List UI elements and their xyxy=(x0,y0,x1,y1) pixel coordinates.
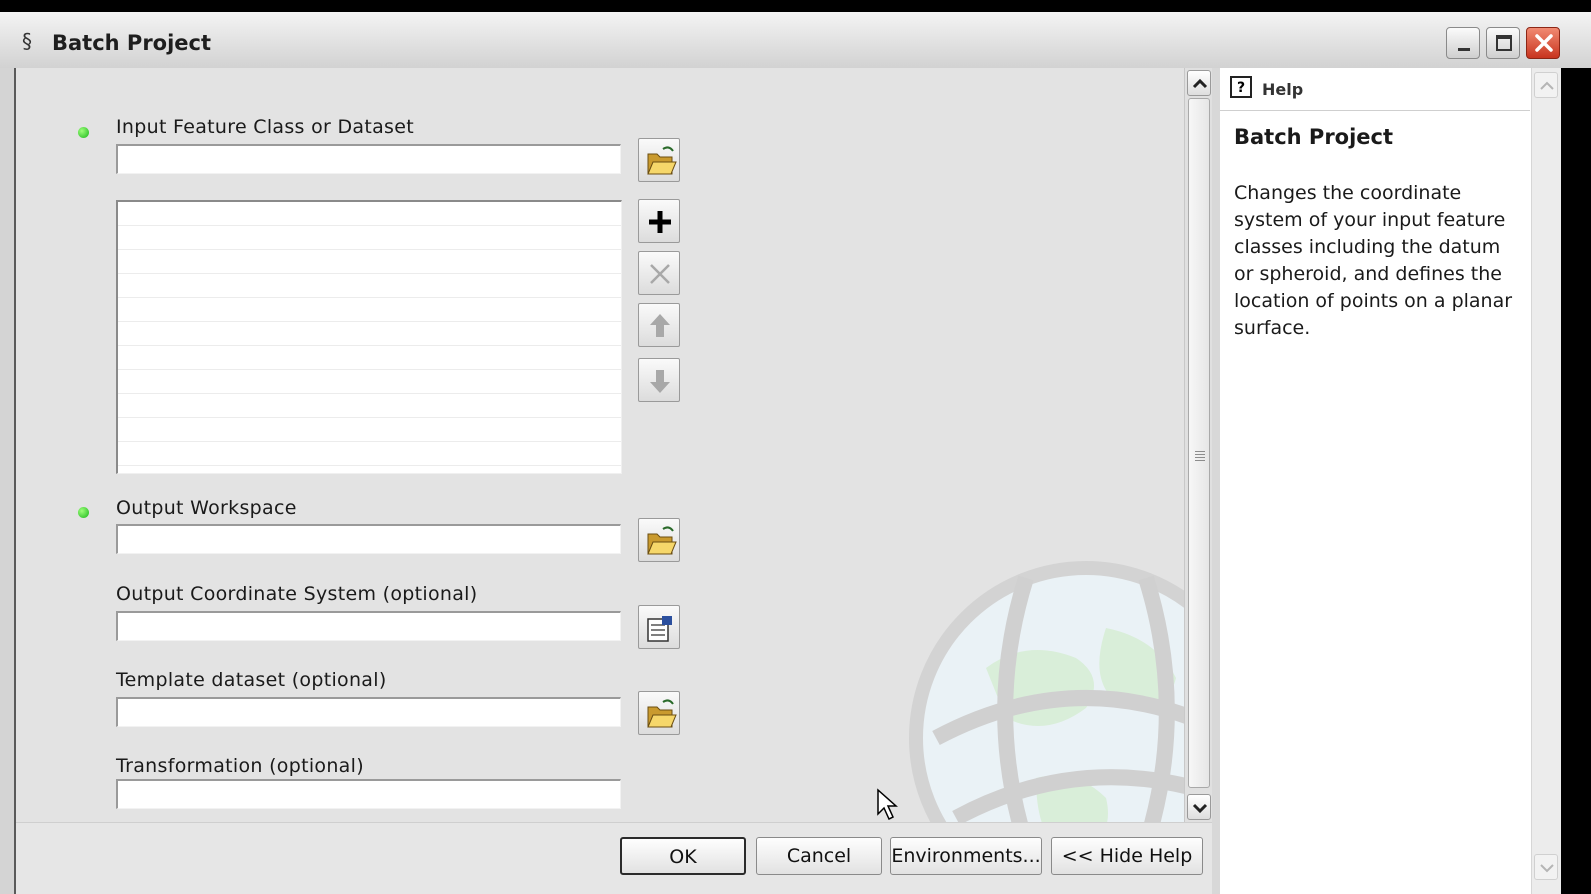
batch-project-dialog: § Batch Project Input Feature Class or D… xyxy=(0,12,1591,894)
template-dataset-label: Template dataset (optional) xyxy=(116,669,387,691)
add-icon xyxy=(649,211,671,233)
chevron-down-icon xyxy=(1192,803,1208,814)
globe-watermark-icon xyxy=(909,561,1184,822)
window-title: Batch Project xyxy=(52,31,212,55)
transformation-label: Transformation (optional) xyxy=(116,755,364,777)
properties-icon xyxy=(647,616,672,642)
list-item[interactable] xyxy=(118,394,621,418)
help-scrollbar[interactable] xyxy=(1531,68,1562,894)
maximize-button[interactable] xyxy=(1486,27,1520,59)
hide-help-button[interactable]: << Hide Help xyxy=(1051,837,1203,875)
list-item[interactable] xyxy=(118,322,621,346)
screen-edge xyxy=(1561,68,1591,894)
environments-button[interactable]: Environments... xyxy=(890,837,1042,875)
input-list[interactable] xyxy=(116,200,622,474)
title-bar[interactable]: § Batch Project xyxy=(0,12,1591,69)
scroll-down-button[interactable] xyxy=(1187,794,1211,820)
chevron-up-icon xyxy=(1192,78,1208,89)
scroll-thumb[interactable] xyxy=(1188,98,1210,788)
svg-text:?: ? xyxy=(1237,80,1245,96)
ok-button[interactable]: OK xyxy=(620,837,746,875)
output-workspace-label: Output Workspace xyxy=(116,497,297,519)
help-scroll-up-button[interactable] xyxy=(1534,72,1558,98)
output-workspace-field[interactable] xyxy=(116,524,621,554)
maximize-icon xyxy=(1496,35,1512,51)
list-item[interactable] xyxy=(118,250,621,274)
mouse-cursor-icon xyxy=(877,788,898,821)
move-down-icon xyxy=(650,370,670,393)
toolbox-tool-icon: § xyxy=(22,29,32,53)
dialog-footer: OK Cancel Environments... << Hide Help xyxy=(16,822,1212,894)
window-left-edge xyxy=(0,68,16,894)
transformation-field[interactable] xyxy=(116,779,621,809)
required-indicator xyxy=(78,507,89,518)
help-tab-label: Help xyxy=(1262,80,1304,99)
folder-open-icon xyxy=(647,146,677,175)
remove-button[interactable] xyxy=(638,251,680,295)
help-panel: ? Help Batch Project Changes the coordin… xyxy=(1220,68,1531,894)
add-button[interactable] xyxy=(638,199,680,243)
folder-open-icon xyxy=(647,526,677,555)
scroll-grip-icon xyxy=(1195,451,1205,461)
help-scroll-down-button[interactable] xyxy=(1534,854,1558,880)
browse-template-button[interactable] xyxy=(638,691,680,735)
parameters-scrollbar[interactable] xyxy=(1184,68,1213,822)
output-coordinate-system-field[interactable] xyxy=(116,611,621,641)
chevron-up-icon xyxy=(1540,81,1554,90)
help-tab[interactable]: ? Help xyxy=(1220,68,1530,111)
list-item[interactable] xyxy=(118,202,621,226)
scroll-up-button[interactable] xyxy=(1187,70,1211,96)
remove-icon xyxy=(650,264,670,284)
help-icon: ? xyxy=(1230,76,1252,98)
minimize-button[interactable] xyxy=(1446,27,1480,59)
list-item[interactable] xyxy=(118,370,621,394)
list-item[interactable] xyxy=(118,418,621,442)
browse-output-workspace-button[interactable] xyxy=(638,518,680,562)
move-up-icon xyxy=(650,314,670,337)
cancel-button[interactable]: Cancel xyxy=(756,837,882,875)
list-item[interactable] xyxy=(118,226,621,250)
move-up-button[interactable] xyxy=(638,303,680,347)
chevron-down-icon xyxy=(1540,864,1554,873)
close-button[interactable] xyxy=(1526,27,1560,59)
list-item[interactable] xyxy=(118,274,621,298)
input-feature-class-label: Input Feature Class or Dataset xyxy=(116,116,414,138)
close-icon xyxy=(1535,34,1553,52)
required-indicator xyxy=(78,127,89,138)
list-item[interactable] xyxy=(118,442,621,466)
browse-input-button[interactable] xyxy=(638,138,680,182)
folder-open-icon xyxy=(647,699,677,728)
coordinate-system-properties-button[interactable] xyxy=(638,605,680,649)
help-description: Changes the coordinate system of your in… xyxy=(1234,182,1513,339)
list-item[interactable] xyxy=(118,346,621,370)
list-item[interactable] xyxy=(118,298,621,322)
minimize-icon xyxy=(1458,48,1470,51)
output-coordinate-system-label: Output Coordinate System (optional) xyxy=(116,583,478,605)
template-dataset-field[interactable] xyxy=(116,697,621,727)
parameters-panel: Input Feature Class or Dataset Output Wo… xyxy=(16,68,1184,822)
move-down-button[interactable] xyxy=(638,358,680,402)
help-title: Batch Project xyxy=(1234,125,1394,149)
input-feature-class-field[interactable] xyxy=(116,144,621,174)
